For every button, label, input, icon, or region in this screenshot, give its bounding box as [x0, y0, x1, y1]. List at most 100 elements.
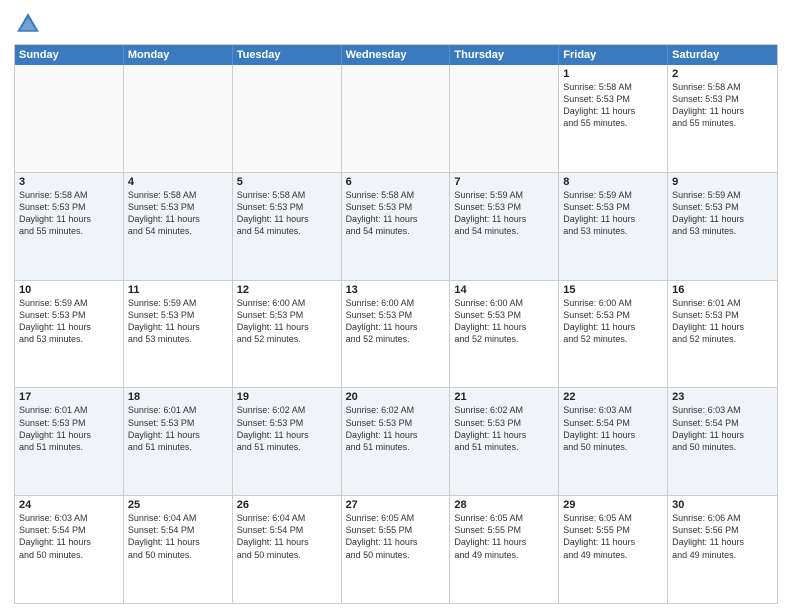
calendar-row: 1Sunrise: 5:58 AM Sunset: 5:53 PM Daylig…	[15, 65, 777, 172]
calendar-cell	[15, 65, 124, 172]
calendar-cell: 13Sunrise: 6:00 AM Sunset: 5:53 PM Dayli…	[342, 281, 451, 388]
cell-info: Sunrise: 5:58 AM Sunset: 5:53 PM Dayligh…	[19, 189, 119, 238]
day-number: 28	[454, 499, 554, 511]
calendar-cell: 5Sunrise: 5:58 AM Sunset: 5:53 PM Daylig…	[233, 173, 342, 280]
calendar-row: 17Sunrise: 6:01 AM Sunset: 5:53 PM Dayli…	[15, 387, 777, 495]
day-number: 29	[563, 499, 663, 511]
calendar-cell: 26Sunrise: 6:04 AM Sunset: 5:54 PM Dayli…	[233, 496, 342, 603]
cell-info: Sunrise: 5:58 AM Sunset: 5:53 PM Dayligh…	[237, 189, 337, 238]
cell-info: Sunrise: 5:59 AM Sunset: 5:53 PM Dayligh…	[128, 297, 228, 346]
day-number: 25	[128, 499, 228, 511]
calendar-cell: 3Sunrise: 5:58 AM Sunset: 5:53 PM Daylig…	[15, 173, 124, 280]
cell-info: Sunrise: 5:59 AM Sunset: 5:53 PM Dayligh…	[454, 189, 554, 238]
weekday-header: Thursday	[450, 45, 559, 65]
weekday-header: Saturday	[668, 45, 777, 65]
weekday-header: Wednesday	[342, 45, 451, 65]
calendar-cell: 12Sunrise: 6:00 AM Sunset: 5:53 PM Dayli…	[233, 281, 342, 388]
calendar-cell: 24Sunrise: 6:03 AM Sunset: 5:54 PM Dayli…	[15, 496, 124, 603]
header	[14, 10, 778, 38]
day-number: 9	[672, 176, 773, 188]
day-number: 4	[128, 176, 228, 188]
cell-info: Sunrise: 6:00 AM Sunset: 5:53 PM Dayligh…	[563, 297, 663, 346]
calendar-cell	[450, 65, 559, 172]
calendar-cell: 8Sunrise: 5:59 AM Sunset: 5:53 PM Daylig…	[559, 173, 668, 280]
calendar-cell: 27Sunrise: 6:05 AM Sunset: 5:55 PM Dayli…	[342, 496, 451, 603]
cell-info: Sunrise: 6:00 AM Sunset: 5:53 PM Dayligh…	[454, 297, 554, 346]
day-number: 7	[454, 176, 554, 188]
day-number: 30	[672, 499, 773, 511]
cell-info: Sunrise: 5:58 AM Sunset: 5:53 PM Dayligh…	[128, 189, 228, 238]
calendar-cell: 23Sunrise: 6:03 AM Sunset: 5:54 PM Dayli…	[668, 388, 777, 495]
day-number: 20	[346, 391, 446, 403]
cell-info: Sunrise: 6:03 AM Sunset: 5:54 PM Dayligh…	[19, 512, 119, 561]
calendar-cell: 16Sunrise: 6:01 AM Sunset: 5:53 PM Dayli…	[668, 281, 777, 388]
cell-info: Sunrise: 6:04 AM Sunset: 5:54 PM Dayligh…	[128, 512, 228, 561]
calendar-cell: 2Sunrise: 5:58 AM Sunset: 5:53 PM Daylig…	[668, 65, 777, 172]
cell-info: Sunrise: 6:06 AM Sunset: 5:56 PM Dayligh…	[672, 512, 773, 561]
day-number: 17	[19, 391, 119, 403]
day-number: 19	[237, 391, 337, 403]
day-number: 14	[454, 284, 554, 296]
cell-info: Sunrise: 6:05 AM Sunset: 5:55 PM Dayligh…	[346, 512, 446, 561]
logo	[14, 10, 44, 38]
calendar-cell: 28Sunrise: 6:05 AM Sunset: 5:55 PM Dayli…	[450, 496, 559, 603]
calendar-cell: 17Sunrise: 6:01 AM Sunset: 5:53 PM Dayli…	[15, 388, 124, 495]
day-number: 11	[128, 284, 228, 296]
calendar-cell: 20Sunrise: 6:02 AM Sunset: 5:53 PM Dayli…	[342, 388, 451, 495]
cell-info: Sunrise: 5:59 AM Sunset: 5:53 PM Dayligh…	[563, 189, 663, 238]
day-number: 12	[237, 284, 337, 296]
calendar-cell: 21Sunrise: 6:02 AM Sunset: 5:53 PM Dayli…	[450, 388, 559, 495]
day-number: 21	[454, 391, 554, 403]
day-number: 2	[672, 68, 773, 80]
calendar-cell: 18Sunrise: 6:01 AM Sunset: 5:53 PM Dayli…	[124, 388, 233, 495]
weekday-header: Monday	[124, 45, 233, 65]
calendar-cell: 4Sunrise: 5:58 AM Sunset: 5:53 PM Daylig…	[124, 173, 233, 280]
cell-info: Sunrise: 6:02 AM Sunset: 5:53 PM Dayligh…	[346, 404, 446, 453]
day-number: 23	[672, 391, 773, 403]
day-number: 24	[19, 499, 119, 511]
cell-info: Sunrise: 6:05 AM Sunset: 5:55 PM Dayligh…	[454, 512, 554, 561]
calendar: SundayMondayTuesdayWednesdayThursdayFrid…	[14, 44, 778, 604]
cell-info: Sunrise: 5:58 AM Sunset: 5:53 PM Dayligh…	[563, 81, 663, 130]
calendar-cell: 29Sunrise: 6:05 AM Sunset: 5:55 PM Dayli…	[559, 496, 668, 603]
cell-info: Sunrise: 6:01 AM Sunset: 5:53 PM Dayligh…	[19, 404, 119, 453]
cell-info: Sunrise: 5:58 AM Sunset: 5:53 PM Dayligh…	[672, 81, 773, 130]
cell-info: Sunrise: 5:59 AM Sunset: 5:53 PM Dayligh…	[672, 189, 773, 238]
weekday-header: Tuesday	[233, 45, 342, 65]
cell-info: Sunrise: 6:03 AM Sunset: 5:54 PM Dayligh…	[563, 404, 663, 453]
day-number: 26	[237, 499, 337, 511]
day-number: 13	[346, 284, 446, 296]
calendar-cell	[124, 65, 233, 172]
day-number: 1	[563, 68, 663, 80]
cell-info: Sunrise: 5:59 AM Sunset: 5:53 PM Dayligh…	[19, 297, 119, 346]
cell-info: Sunrise: 6:00 AM Sunset: 5:53 PM Dayligh…	[346, 297, 446, 346]
day-number: 27	[346, 499, 446, 511]
calendar-row: 10Sunrise: 5:59 AM Sunset: 5:53 PM Dayli…	[15, 280, 777, 388]
calendar-cell: 9Sunrise: 5:59 AM Sunset: 5:53 PM Daylig…	[668, 173, 777, 280]
calendar-cell: 6Sunrise: 5:58 AM Sunset: 5:53 PM Daylig…	[342, 173, 451, 280]
day-number: 8	[563, 176, 663, 188]
day-number: 15	[563, 284, 663, 296]
day-number: 5	[237, 176, 337, 188]
calendar-cell: 14Sunrise: 6:00 AM Sunset: 5:53 PM Dayli…	[450, 281, 559, 388]
day-number: 18	[128, 391, 228, 403]
cell-info: Sunrise: 6:02 AM Sunset: 5:53 PM Dayligh…	[237, 404, 337, 453]
calendar-row: 24Sunrise: 6:03 AM Sunset: 5:54 PM Dayli…	[15, 495, 777, 603]
page: SundayMondayTuesdayWednesdayThursdayFrid…	[0, 0, 792, 612]
calendar-row: 3Sunrise: 5:58 AM Sunset: 5:53 PM Daylig…	[15, 172, 777, 280]
weekday-header: Friday	[559, 45, 668, 65]
calendar-cell: 11Sunrise: 5:59 AM Sunset: 5:53 PM Dayli…	[124, 281, 233, 388]
calendar-header: SundayMondayTuesdayWednesdayThursdayFrid…	[15, 45, 777, 65]
calendar-cell: 25Sunrise: 6:04 AM Sunset: 5:54 PM Dayli…	[124, 496, 233, 603]
calendar-cell: 15Sunrise: 6:00 AM Sunset: 5:53 PM Dayli…	[559, 281, 668, 388]
logo-icon	[14, 10, 42, 38]
cell-info: Sunrise: 6:03 AM Sunset: 5:54 PM Dayligh…	[672, 404, 773, 453]
cell-info: Sunrise: 6:05 AM Sunset: 5:55 PM Dayligh…	[563, 512, 663, 561]
cell-info: Sunrise: 6:01 AM Sunset: 5:53 PM Dayligh…	[128, 404, 228, 453]
calendar-cell: 1Sunrise: 5:58 AM Sunset: 5:53 PM Daylig…	[559, 65, 668, 172]
cell-info: Sunrise: 6:01 AM Sunset: 5:53 PM Dayligh…	[672, 297, 773, 346]
calendar-cell: 22Sunrise: 6:03 AM Sunset: 5:54 PM Dayli…	[559, 388, 668, 495]
calendar-cell	[233, 65, 342, 172]
calendar-cell: 7Sunrise: 5:59 AM Sunset: 5:53 PM Daylig…	[450, 173, 559, 280]
cell-info: Sunrise: 6:00 AM Sunset: 5:53 PM Dayligh…	[237, 297, 337, 346]
